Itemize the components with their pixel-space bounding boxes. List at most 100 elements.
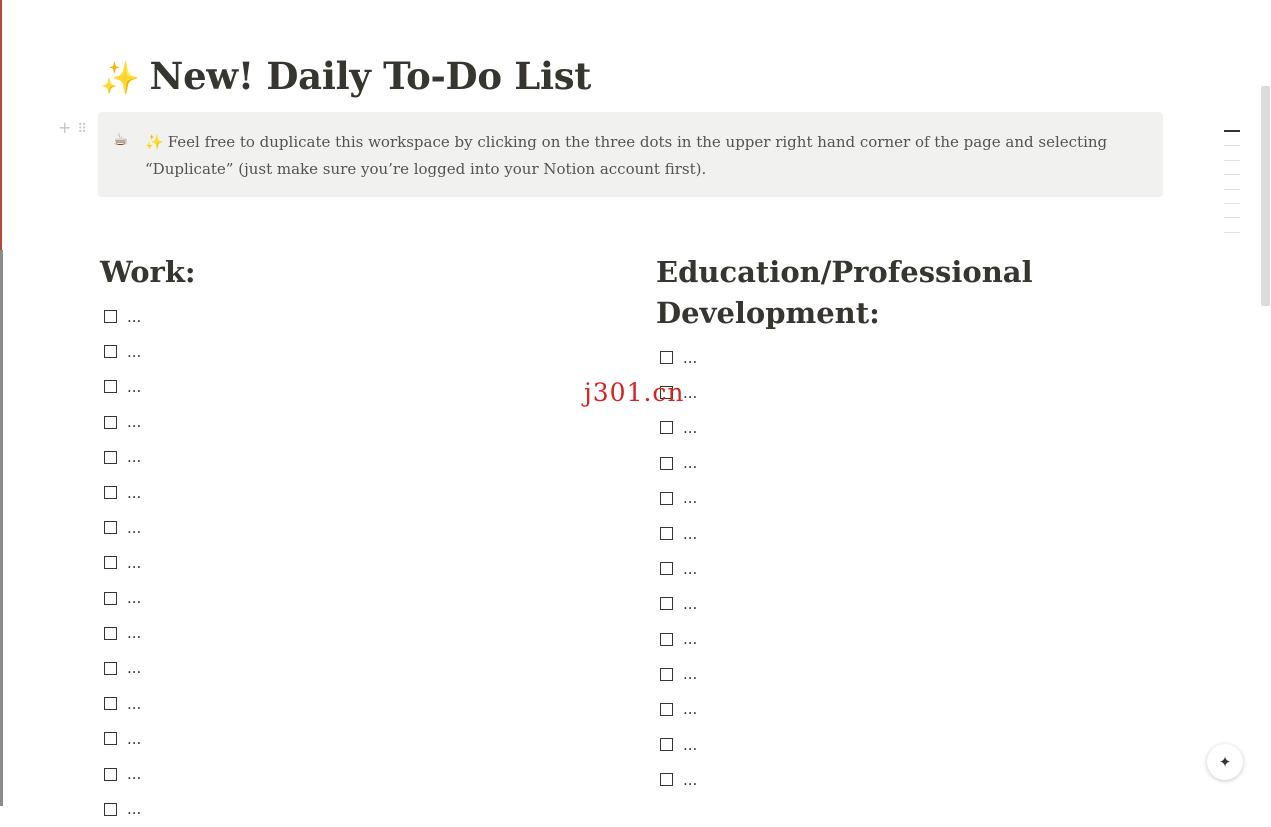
todo-text[interactable]: ...: [127, 448, 141, 466]
todo-checkbox[interactable]: [660, 773, 673, 787]
todo-checkbox[interactable]: [104, 732, 117, 746]
toc-line[interactable]: [1224, 130, 1240, 132]
todo-checkbox[interactable]: [104, 802, 117, 816]
todo-checkbox[interactable]: [104, 767, 117, 781]
todo-item[interactable]: ...: [100, 686, 580, 721]
todo-item[interactable]: ...: [100, 405, 580, 440]
todo-text[interactable]: ...: [683, 665, 697, 683]
todo-item[interactable]: ...: [100, 756, 580, 791]
todo-item[interactable]: ...: [656, 586, 1076, 621]
todo-text[interactable]: ...: [127, 695, 141, 713]
todo-text[interactable]: ...: [127, 308, 141, 326]
todo-item[interactable]: ...: [656, 516, 1076, 551]
todo-item[interactable]: ...: [100, 510, 580, 545]
todo-text[interactable]: ...: [127, 378, 141, 396]
todo-text[interactable]: ...: [127, 800, 141, 818]
todo-text[interactable]: ...: [683, 349, 697, 367]
todo-text[interactable]: ...: [683, 630, 697, 648]
todo-text[interactable]: ...: [683, 419, 697, 437]
todo-text[interactable]: ...: [127, 484, 141, 502]
todo-text[interactable]: ...: [127, 730, 141, 748]
toc-line[interactable]: [1224, 202, 1240, 204]
todo-item[interactable]: ...: [100, 369, 580, 404]
todo-checkbox[interactable]: [104, 310, 117, 324]
todo-checkbox[interactable]: [660, 702, 673, 716]
todo-checkbox[interactable]: [660, 351, 673, 365]
todo-text[interactable]: ...: [127, 519, 141, 537]
todo-item[interactable]: ...: [656, 657, 1076, 692]
todo-text[interactable]: ...: [683, 489, 697, 507]
todo-text[interactable]: ...: [127, 659, 141, 677]
todo-text[interactable]: ...: [127, 624, 141, 642]
todo-checkbox[interactable]: [660, 597, 673, 611]
todo-checkbox[interactable]: [660, 421, 673, 435]
todo-item[interactable]: ...: [100, 792, 580, 827]
todo-checkbox[interactable]: [104, 697, 117, 711]
todo-checkbox[interactable]: [660, 738, 673, 752]
toc-line[interactable]: [1224, 188, 1240, 190]
todo-item[interactable]: ...: [100, 334, 580, 369]
table-of-contents-indicator[interactable]: [1224, 130, 1240, 246]
todo-item[interactable]: ...: [100, 616, 580, 651]
todo-item[interactable]: ...: [656, 375, 1076, 410]
todo-item[interactable]: ...: [656, 446, 1076, 481]
todo-item[interactable]: ...: [656, 727, 1076, 762]
drag-handle-icon[interactable]: ⠿: [77, 122, 86, 137]
todo-checkbox[interactable]: [660, 491, 673, 505]
todo-text[interactable]: ...: [683, 525, 697, 543]
add-block-icon[interactable]: +: [58, 118, 71, 137]
todo-item[interactable]: ...: [656, 692, 1076, 727]
todo-item[interactable]: ...: [656, 410, 1076, 445]
todo-text[interactable]: ...: [683, 700, 697, 718]
todo-item[interactable]: ...: [100, 475, 580, 510]
todo-item[interactable]: ...: [100, 721, 580, 756]
todo-item[interactable]: ...: [656, 481, 1076, 516]
todo-checkbox[interactable]: [104, 521, 117, 535]
todo-checkbox[interactable]: [660, 562, 673, 576]
toc-line[interactable]: [1224, 174, 1240, 176]
todo-checkbox[interactable]: [104, 380, 117, 394]
todo-checkbox[interactable]: [104, 626, 117, 640]
todo-item[interactable]: ...: [100, 440, 580, 475]
ai-assistant-button[interactable]: ✦: [1207, 744, 1243, 780]
todo-checkbox[interactable]: [104, 556, 117, 570]
todo-text[interactable]: ...: [683, 560, 697, 578]
todo-text[interactable]: ...: [127, 589, 141, 607]
todo-checkbox[interactable]: [660, 632, 673, 646]
todo-text[interactable]: ...: [683, 454, 697, 472]
todo-text[interactable]: ...: [127, 554, 141, 572]
todo-checkbox[interactable]: [104, 591, 117, 605]
todo-item[interactable]: ...: [656, 762, 1076, 797]
todo-checkbox[interactable]: [104, 661, 117, 675]
todo-checkbox[interactable]: [104, 415, 117, 429]
scrollbar-thumb[interactable]: [1261, 86, 1270, 306]
todo-text[interactable]: ...: [127, 343, 141, 361]
callout-block[interactable]: ☕ ✨ Feel free to duplicate this workspace…: [98, 112, 1163, 197]
todo-item[interactable]: ...: [656, 340, 1076, 375]
todo-checkbox[interactable]: [104, 486, 117, 500]
todo-item[interactable]: ...: [100, 299, 580, 334]
todo-item[interactable]: ...: [656, 551, 1076, 586]
todo-text[interactable]: ...: [127, 765, 141, 783]
todo-item[interactable]: ...: [100, 581, 580, 616]
todo-item[interactable]: ...: [100, 545, 580, 580]
todo-checkbox[interactable]: [104, 345, 117, 359]
todo-item[interactable]: ...: [100, 651, 580, 686]
block-handle[interactable]: + ⠿: [58, 118, 87, 137]
toc-line[interactable]: [1224, 145, 1240, 147]
todo-checkbox[interactable]: [660, 527, 673, 541]
toc-line[interactable]: [1224, 231, 1240, 233]
coffee-icon[interactable]: ☕: [113, 130, 128, 150]
todo-checkbox[interactable]: [660, 667, 673, 681]
todo-text[interactable]: ...: [127, 413, 141, 431]
todo-checkbox[interactable]: [660, 456, 673, 470]
todo-checkbox[interactable]: [104, 450, 117, 464]
todo-text[interactable]: ...: [683, 384, 697, 402]
todo-text[interactable]: ...: [683, 771, 697, 789]
toc-line[interactable]: [1224, 159, 1240, 161]
toc-line[interactable]: [1224, 217, 1240, 219]
todo-text[interactable]: ...: [683, 595, 697, 613]
todo-item[interactable]: ...: [656, 622, 1076, 657]
todo-text[interactable]: ...: [683, 736, 697, 754]
page-title[interactable]: ✨ New! Daily To-Do List: [100, 54, 591, 98]
